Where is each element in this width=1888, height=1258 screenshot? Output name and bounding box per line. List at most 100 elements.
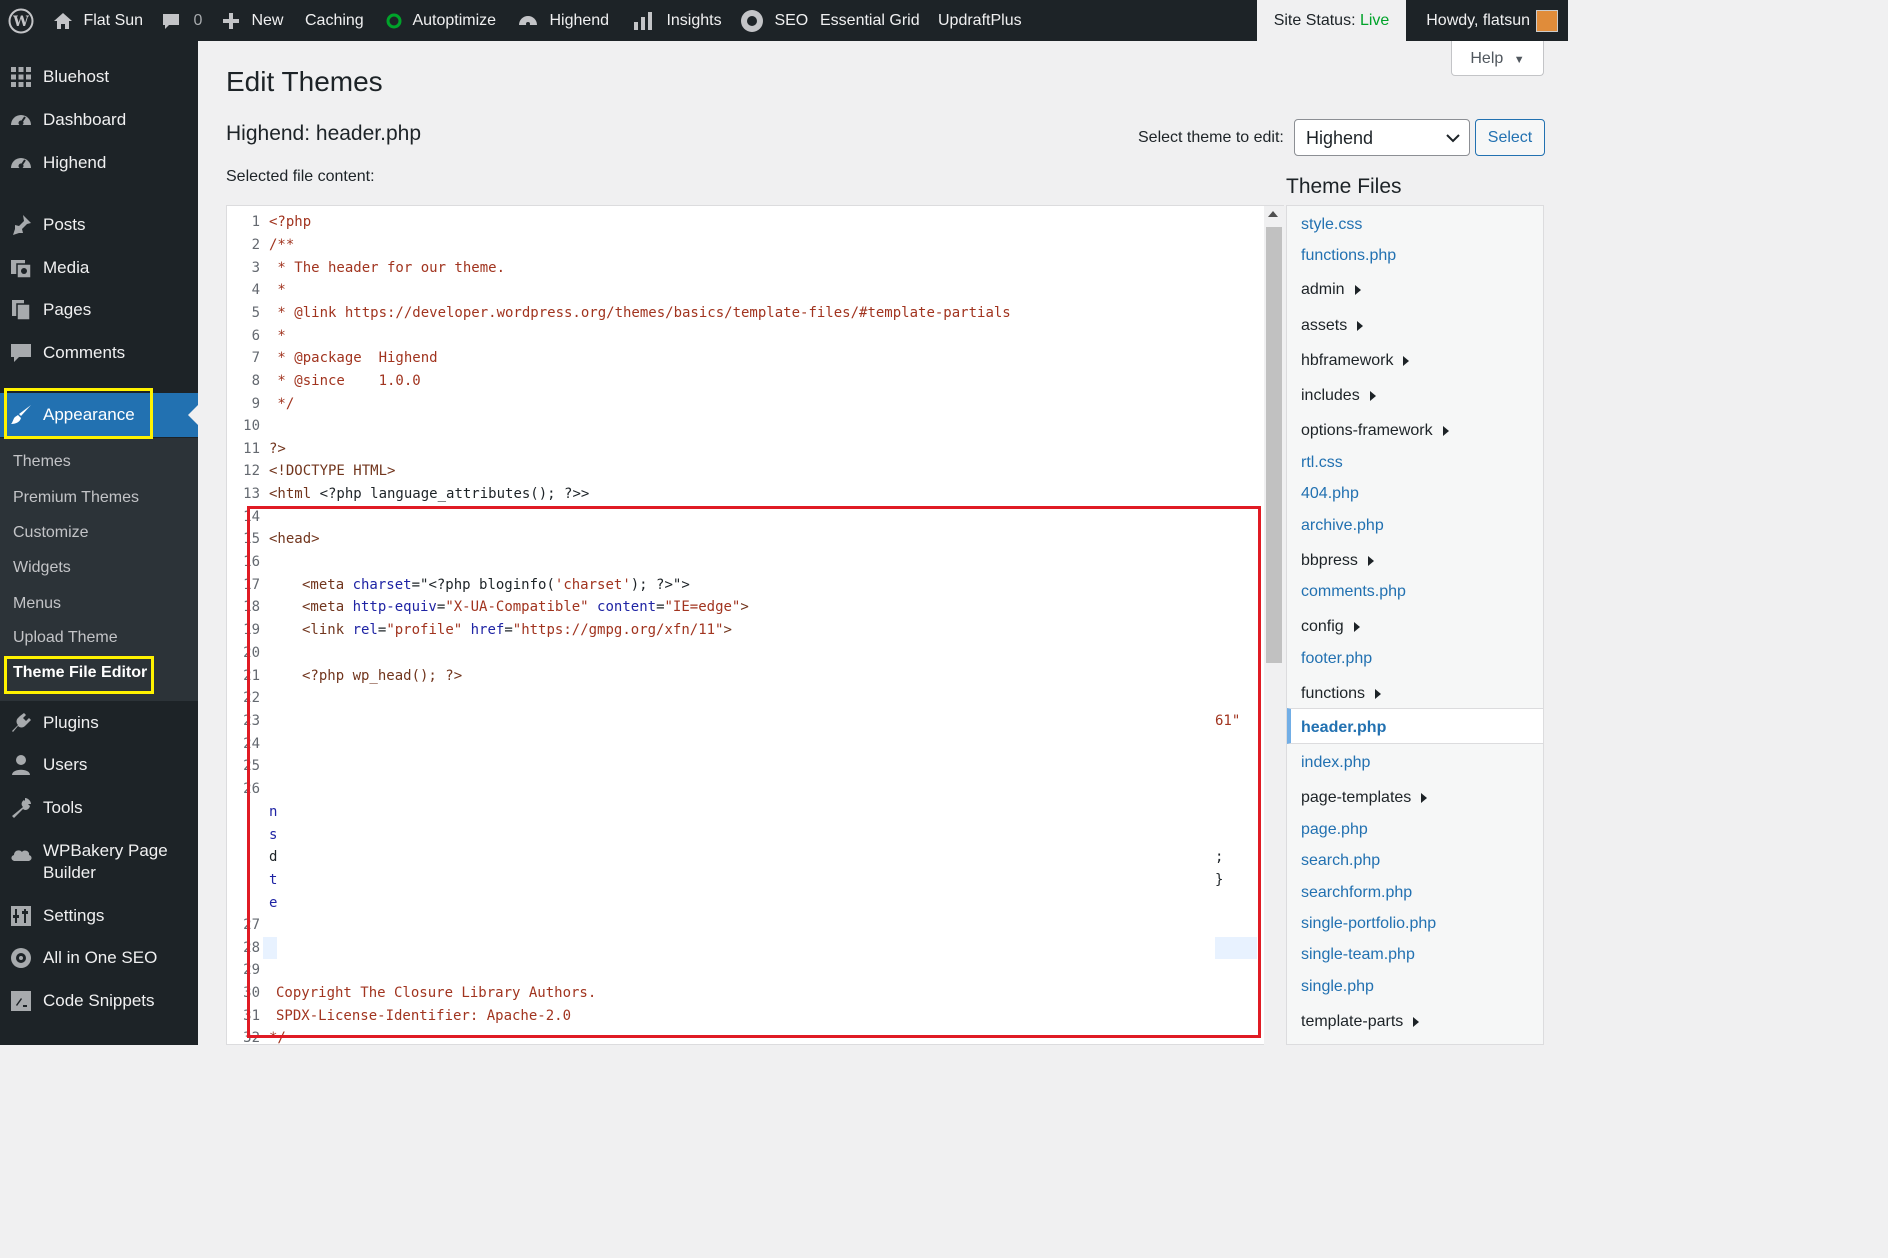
sidebar-item-highend[interactable]: Highend	[0, 143, 198, 183]
file-item-options-framework[interactable]: options-framework	[1301, 422, 1449, 440]
line-number: 4	[251, 282, 260, 298]
submenu-item-themes[interactable]: Themes	[13, 453, 71, 471]
line-number: 8	[251, 373, 260, 389]
updraftplus-link[interactable]: UpdraftPlus	[938, 0, 1022, 41]
essential-grid-link[interactable]: Essential Grid	[820, 0, 920, 41]
help-button[interactable]: Help ▼	[1451, 41, 1544, 76]
caret-right-icon	[1354, 284, 1361, 295]
submenu-item-upload-theme[interactable]: Upload Theme	[13, 629, 118, 647]
page-title: Edit Themes	[226, 66, 383, 97]
caret-down-icon: ▼	[1513, 54, 1525, 66]
caret-right-icon	[1375, 688, 1382, 699]
file-item-label: functions.php	[1301, 247, 1397, 264]
file-item-single-php[interactable]: single.php	[1301, 978, 1374, 996]
sidebar-item-users[interactable]: Users	[0, 745, 198, 785]
sidebar-item-dashboard[interactable]: Dashboard	[0, 100, 198, 140]
file-item-label: page.php	[1301, 821, 1368, 838]
caret-right-icon	[1367, 555, 1374, 566]
sidebar-item-comments[interactable]: Comments	[0, 333, 198, 373]
sidebar-item-media[interactable]: Media	[0, 248, 198, 288]
file-item-functions[interactable]: functions	[1301, 685, 1382, 703]
admin-sidebar	[0, 41, 198, 1045]
file-item-style-css[interactable]: style.css	[1301, 216, 1362, 234]
editor-scrollbar-thumb[interactable]	[1266, 227, 1282, 663]
submenu-item-menus[interactable]: Menus	[13, 595, 61, 613]
submenu-item-customize[interactable]: Customize	[13, 524, 89, 542]
site-status-badge[interactable]: Site Status: Live	[1257, 0, 1406, 41]
file-item-header-php[interactable]: header.php	[1301, 719, 1386, 737]
line-number: 1	[251, 214, 260, 230]
sidebar-item-bluehost[interactable]: Bluehost	[0, 58, 198, 96]
file-item-admin[interactable]: admin	[1301, 281, 1361, 299]
autoptimize-link[interactable]: Autoptimize	[386, 0, 496, 41]
file-item-includes[interactable]: includes	[1301, 387, 1376, 405]
file-item-label: footer.php	[1301, 650, 1373, 667]
file-item-searchform-php[interactable]: searchform.php	[1301, 884, 1412, 902]
dashboard-icon	[11, 115, 31, 126]
dashboard-icon	[519, 15, 537, 26]
new-content-link[interactable]: New	[222, 0, 283, 41]
file-item-label: assets	[1301, 317, 1348, 334]
caret-right-icon	[1353, 621, 1360, 632]
line-number: 3	[251, 260, 260, 276]
sidebar-item-wpbakery[interactable]: WPBakery Page Builder	[0, 830, 198, 892]
code-line: <html <?php language_attributes(); ?>>	[269, 486, 590, 502]
sidebar-item-posts[interactable]: Posts	[0, 205, 198, 245]
scroll-up-arrow-icon[interactable]	[1268, 211, 1278, 217]
site-status-value: Live	[1359, 12, 1390, 29]
file-item-single-team-php[interactable]: single-team.php	[1301, 946, 1415, 964]
file-item-functions-php[interactable]: functions.php	[1301, 247, 1396, 265]
file-item-rtl-css[interactable]: rtl.css	[1301, 454, 1343, 472]
select-theme-button[interactable]: Select	[1475, 119, 1545, 156]
file-item-label: header.php	[1301, 719, 1387, 736]
sidebar-item-plugins[interactable]: Plugins	[0, 703, 198, 743]
sidebar-item-tools[interactable]: Tools	[0, 788, 198, 828]
insights-link[interactable]: Insights	[633, 0, 722, 41]
file-item-single-portfolio-php[interactable]: single-portfolio.php	[1301, 915, 1436, 933]
sidebar-item-pages[interactable]: Pages	[0, 290, 198, 330]
file-item-page-php[interactable]: page.php	[1301, 821, 1368, 839]
sidebar-item-settings[interactable]: Settings	[0, 896, 198, 936]
line-number: 2	[251, 237, 260, 253]
file-item-hbframework[interactable]: hbframework	[1301, 352, 1410, 370]
bar-chart-icon	[634, 11, 652, 30]
file-item-comments-php[interactable]: comments.php	[1301, 583, 1406, 601]
file-item-label: includes	[1301, 387, 1360, 404]
file-item-config[interactable]: config	[1301, 618, 1360, 636]
theme-file-editor-highlight-box	[4, 656, 154, 694]
theme-select[interactable]: Highend	[1294, 119, 1470, 156]
file-item-footer-php[interactable]: footer.php	[1301, 650, 1372, 668]
file-item-bbpress[interactable]: bbpress	[1301, 552, 1374, 570]
file-item-page-templates[interactable]: page-templates	[1301, 789, 1428, 807]
file-item-archive-php[interactable]: archive.php	[1301, 517, 1384, 535]
caching-link[interactable]: Caching	[305, 0, 364, 41]
file-item-index-php[interactable]: index.php	[1301, 754, 1370, 772]
file-item-label: functions	[1301, 685, 1366, 702]
seo-link[interactable]: SEO	[740, 0, 808, 41]
site-name-link[interactable]: Flat Sun	[53, 0, 143, 41]
submenu-item-widgets[interactable]: Widgets	[13, 559, 71, 577]
file-item-label: search.php	[1301, 852, 1381, 869]
seo-icon	[741, 9, 763, 32]
line-number: 13	[243, 486, 260, 502]
caret-right-icon	[1413, 1016, 1420, 1027]
file-item-label: single-portfolio.php	[1301, 915, 1437, 932]
file-item-404-php[interactable]: 404.php	[1301, 485, 1359, 503]
file-heading: Highend: header.php	[226, 122, 421, 145]
submenu-item-premium-themes[interactable]: Premium Themes	[13, 489, 139, 507]
code-line: */	[269, 396, 295, 412]
highend-link[interactable]: Highend	[517, 0, 609, 41]
caret-right-icon	[1369, 390, 1376, 401]
line-number: 11	[243, 441, 260, 457]
comments-link[interactable]: 0	[161, 0, 202, 41]
sidebar-item-code-snippets[interactable]: Code Snippets	[0, 981, 198, 1021]
file-item-search-php[interactable]: search.php	[1301, 852, 1380, 870]
file-item-assets[interactable]: assets	[1301, 317, 1364, 335]
user-account-menu[interactable]: Howdy, flatsun	[1426, 0, 1568, 41]
status-circle-icon	[386, 13, 402, 29]
line-number: 7	[251, 350, 260, 366]
file-item-label: searchform.php	[1301, 884, 1413, 901]
file-item-template-parts[interactable]: template-parts	[1301, 1013, 1420, 1031]
wordpress-logo-icon[interactable]: W	[8, 0, 34, 41]
sidebar-item-all-in-one-seo[interactable]: All in One SEO	[0, 938, 198, 978]
